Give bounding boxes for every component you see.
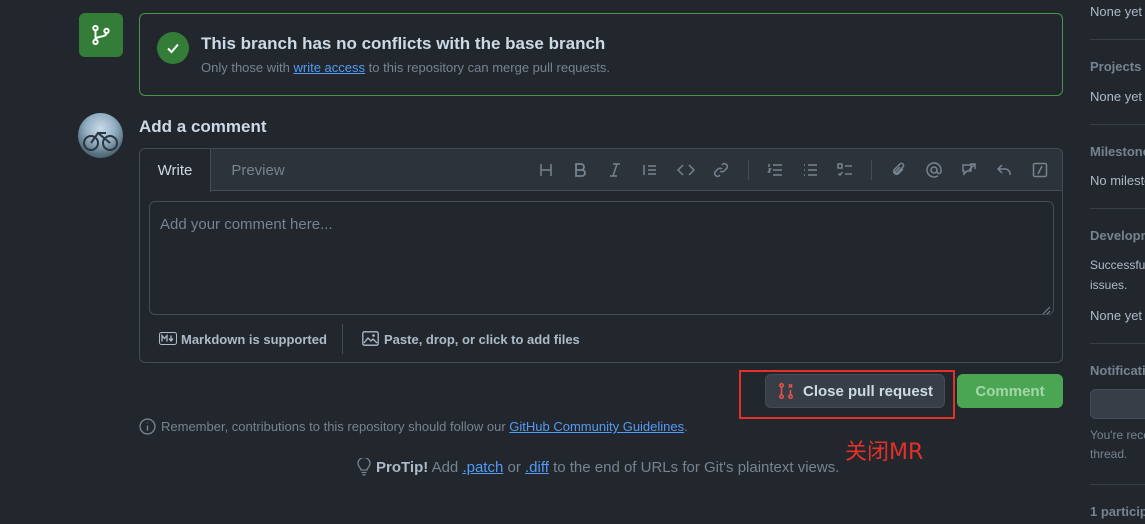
reference-icon[interactable] — [958, 159, 980, 181]
community-guidelines-link[interactable]: GitHub Community Guidelines — [509, 419, 684, 434]
merge-status-icon-box — [79, 13, 123, 57]
development-text: Successfully — [1090, 258, 1145, 272]
footer-divider — [342, 324, 343, 354]
highlight-box — [739, 370, 955, 419]
add-files-label[interactable]: Paste, drop, or click to add files — [384, 332, 580, 347]
sidebar-divider — [1090, 484, 1145, 485]
link-icon[interactable] — [710, 159, 732, 181]
merge-subtitle-suffix: to this repository can merge pull reques… — [365, 60, 610, 75]
milestone-value: No milestone — [1090, 173, 1145, 188]
slash-command-icon[interactable] — [1029, 159, 1051, 181]
protip: ProTip! Add .patch or .diff to the end o… — [357, 458, 839, 476]
protip-text1: Add — [428, 458, 463, 476]
notifications-text-2: thread. — [1090, 447, 1128, 461]
reply-icon[interactable] — [993, 159, 1015, 181]
development-label[interactable]: Development — [1090, 228, 1145, 243]
resize-grip-icon[interactable] — [1041, 302, 1051, 315]
sidebar: None yet Projects None yet Milestone No … — [1090, 0, 1145, 524]
notifications-text: You're receiving — [1090, 428, 1145, 442]
protip-text3: to the end of URLs for Git's plaintext v… — [548, 458, 840, 476]
italic-icon[interactable] — [604, 159, 626, 181]
guidelines-note: Remember, contributions to this reposito… — [139, 418, 688, 435]
unordered-list-icon[interactable] — [799, 159, 821, 181]
task-list-icon[interactable] — [834, 159, 856, 181]
patch-link[interactable]: .patch — [462, 459, 503, 476]
heading-icon[interactable] — [535, 159, 557, 181]
attach-icon[interactable] — [888, 159, 910, 181]
protip-label: ProTip! — [376, 458, 429, 476]
participants-label: 1 participant — [1090, 504, 1145, 519]
quote-icon[interactable] — [639, 159, 661, 181]
add-comment-title: Add a comment — [139, 117, 267, 136]
markdown-supported-label[interactable]: Markdown is supported — [181, 332, 327, 347]
sidebar-divider — [1090, 208, 1145, 209]
annotation-label: 关闭MR — [845, 440, 924, 465]
ordered-list-icon[interactable] — [764, 159, 786, 181]
notifications-label: Notifications — [1090, 363, 1145, 378]
merge-status-subtitle: Only those with write access to this rep… — [201, 60, 610, 75]
development-value: None yet — [1090, 308, 1143, 323]
merge-status-title: This branch has no conflicts with the ba… — [201, 34, 606, 53]
lightbulb-icon — [357, 458, 371, 476]
subscribe-button[interactable] — [1090, 389, 1145, 419]
toolbar-divider — [748, 160, 749, 180]
diff-link[interactable]: .diff — [525, 459, 549, 476]
guidelines-suffix: . — [684, 419, 688, 434]
avatar[interactable] — [78, 113, 123, 158]
merge-status-box — [139, 13, 1063, 96]
tab-write[interactable]: Write — [140, 149, 211, 192]
toolbar-divider — [871, 160, 872, 180]
sidebar-divider — [1090, 39, 1145, 40]
reviewers-value: None yet — [1090, 4, 1143, 19]
tab-preview[interactable]: Preview — [218, 149, 298, 191]
bold-icon[interactable] — [569, 159, 591, 181]
write-access-link[interactable]: write access — [294, 60, 366, 75]
git-branch-icon — [92, 24, 110, 46]
markdown-icon — [159, 332, 177, 350]
sidebar-divider — [1090, 124, 1145, 125]
projects-label[interactable]: Projects — [1090, 59, 1141, 74]
code-icon[interactable] — [675, 159, 697, 181]
protip-text2: or — [503, 458, 525, 476]
mention-icon[interactable] — [923, 159, 945, 181]
info-icon — [139, 418, 156, 435]
milestone-label[interactable]: Milestone — [1090, 144, 1145, 159]
sidebar-divider — [1090, 343, 1145, 344]
development-text-2: issues. — [1090, 278, 1128, 292]
merge-subtitle-prefix: Only those with — [201, 60, 294, 75]
check-circle-icon — [157, 32, 189, 64]
comment-button[interactable]: Comment — [957, 374, 1063, 408]
comment-textarea[interactable] — [149, 201, 1054, 315]
projects-value: None yet — [1090, 89, 1143, 104]
guidelines-prefix: Remember, contributions to this reposito… — [161, 419, 510, 434]
image-icon — [362, 331, 379, 351]
